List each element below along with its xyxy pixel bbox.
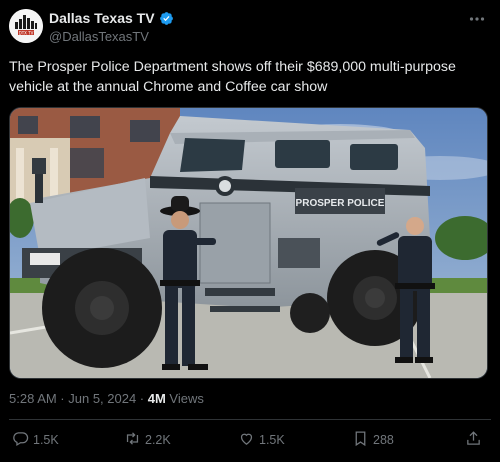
avatar-text: DTX TV <box>19 30 34 35</box>
reply-icon <box>12 430 29 450</box>
repost-icon <box>124 430 141 450</box>
tweet-post: DTX TV Dallas Texas TV @DallasTexasTV Th… <box>0 0 500 462</box>
share-icon <box>465 430 482 450</box>
bookmark-button[interactable]: 288 <box>352 430 394 450</box>
repost-count: 2.2K <box>145 433 171 447</box>
repost-button[interactable]: 2.2K <box>124 430 171 450</box>
verified-badge-icon <box>159 11 174 26</box>
tweet-text: The Prosper Police Department shows off … <box>9 59 456 95</box>
views-count: 4M <box>147 391 166 406</box>
photo-illustration: PROSPER POLICE <box>10 108 487 378</box>
author-name-row: Dallas Texas TV <box>49 10 174 26</box>
more-icon[interactable] <box>468 10 486 28</box>
bookmark-count: 288 <box>373 433 394 447</box>
author-display-name[interactable]: Dallas Texas TV <box>49 10 155 26</box>
like-icon <box>238 430 255 450</box>
vehicle-text: PROSPER POLICE <box>296 198 385 209</box>
avatar[interactable]: DTX TV <box>9 9 43 43</box>
divider <box>9 419 491 420</box>
share-button[interactable] <box>465 430 482 450</box>
timestamp-text: 5:28 AM · Jun 5, 2024 · <box>9 391 148 406</box>
action-bar: 1.5K 2.2K 1.5K 288 <box>0 430 500 452</box>
author-handle[interactable]: @DallasTexasTV <box>49 29 149 44</box>
reply-button[interactable]: 1.5K <box>12 430 59 450</box>
tweet-photo[interactable]: PROSPER POLICE <box>9 107 488 379</box>
bookmark-icon <box>352 430 369 450</box>
tweet-timestamp[interactable]: 5:28 AM · Jun 5, 2024 · 4M Views <box>9 391 204 406</box>
like-count: 1.5K <box>259 433 285 447</box>
views-label: Views <box>165 391 204 406</box>
like-button[interactable]: 1.5K <box>238 430 285 450</box>
avatar-logo-icon: DTX TV <box>9 9 43 43</box>
reply-count: 1.5K <box>33 433 59 447</box>
